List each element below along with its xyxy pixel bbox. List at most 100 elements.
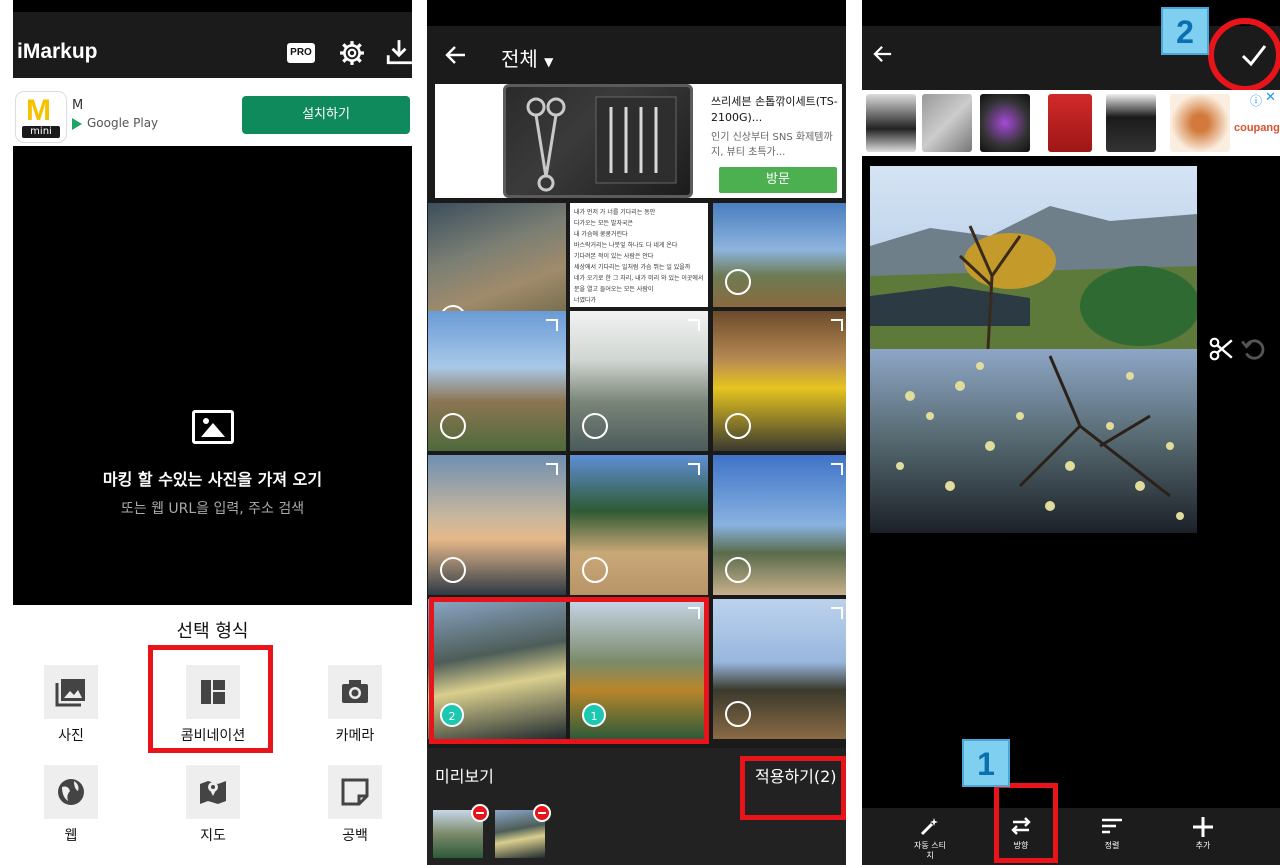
expand-icon[interactable] [831,607,843,619]
status-bar [427,0,846,26]
select-circle[interactable] [582,413,608,439]
ad-product-name: 쓰리세븐 손톱깎이세트(TS-2100G)... [711,95,838,124]
google-play-label: Google Play [72,116,158,130]
tool-sort[interactable]: 정렬 [1082,815,1142,851]
photo-library-icon [44,665,98,719]
expand-icon[interactable] [688,319,700,331]
select-circle[interactable] [440,557,466,583]
expand-icon[interactable] [546,463,558,475]
pro-button[interactable]: PRO [287,43,315,63]
highlight-apply [740,756,846,820]
text-line: 너였다가 [574,297,597,304]
option-blank[interactable]: 공백 [310,765,400,845]
ad-product [922,94,972,152]
gallery-thumb[interactable] [713,599,846,739]
status-bar [862,0,1280,26]
text-line: 내 가슴에 쿵쿵거린다 [574,231,628,238]
install-button[interactable]: 설치하기 [242,96,410,134]
highlight-confirm [1208,18,1280,92]
ad-product-desc: 인기 신상부터 SNS 화제템까지, 뷰티 초특가... [711,132,833,158]
text-line: 기다려본 적이 있는 사람은 안다 [574,253,654,260]
scissors-icon[interactable] [1208,336,1234,362]
text-line: 문을 열고 들어오는 모든 사람이 [574,286,654,293]
album-dropdown[interactable]: 전체 ▼ [501,43,553,72]
globe-icon [44,765,98,819]
select-circle[interactable] [582,557,608,583]
visit-button[interactable]: 방문 [719,167,837,193]
gallery-thumb[interactable] [570,455,708,595]
download-icon[interactable] [386,38,412,66]
expand-icon[interactable] [688,463,700,475]
select-circle[interactable] [725,557,751,583]
camera-icon [328,665,382,719]
highlight-combination [148,645,273,753]
imarkup-home-screen: iMarkup PRO M mini M Google Play 설치하기 마킹… [0,0,412,865]
empty-title: 마킹 할 수있는 사진을 가져 오기 [102,470,323,489]
ad-product [1048,94,1092,152]
gallery-thumb[interactable] [713,311,846,451]
plus-icon [1173,815,1233,841]
gear-icon[interactable] [339,40,365,66]
text-line: 내가 먼저 가 너를 기다리는 동안 [574,209,656,216]
ad-info-icon[interactable]: ⓘ [1250,92,1262,109]
ad-product [866,94,916,152]
ad-product [980,94,1030,152]
select-circle[interactable] [725,269,751,295]
ad-app-logo: M mini [16,92,66,142]
status-bar [13,0,412,12]
image-icon [192,410,234,444]
panel-divider [846,0,862,865]
gallery-thumb[interactable] [428,455,566,595]
text-line: 네가 오기로 한 그 자리, 내가 미리 와 있는 이곳에서 [574,275,704,282]
gallery-thumb[interactable] [428,311,566,451]
blank-note-icon [328,765,382,819]
gallery-thumb[interactable] [570,311,708,451]
tool-add[interactable]: 추가 [1173,815,1233,851]
ad-product [1106,94,1156,152]
combination-editor-screen: ⓘ ✕ coupang 자동 스티치 방향 정렬 추가 [862,0,1280,865]
highlight-selected-photos [429,597,709,744]
map-icon [186,765,240,819]
tool-label: 자동 스티치 [914,841,946,860]
select-circle[interactable] [725,413,751,439]
empty-canvas[interactable] [13,146,412,605]
remove-icon[interactable] [471,804,489,822]
ad-product-image [503,84,693,198]
expand-icon[interactable] [831,319,843,331]
ad-close-icon[interactable]: ✕ [1265,90,1276,105]
empty-subtitle: 또는 웹 URL을 입력, 주소 검색 [120,501,305,517]
gallery-thumb[interactable] [713,203,846,307]
tool-label: 정렬 [1104,841,1120,850]
preview-thumb[interactable] [433,804,489,858]
gallery-thumb[interactable] [713,455,846,595]
gallery-thumb-text[interactable]: 내가 먼저 가 너를 기다리는 동안 다가오는 모든 발자국은 내 가슴에 쿵쿵… [570,203,708,307]
option-web[interactable]: 웹 [26,765,116,845]
undo-icon[interactable] [1240,336,1266,362]
magic-wand-icon [900,815,960,841]
preview-label: 미리보기 [435,767,494,786]
text-line: 바스락거리는 나뭇잎 하나도 다 네게 온다 [574,242,678,249]
combined-image[interactable] [870,166,1200,533]
option-map[interactable]: 지도 [168,765,258,845]
gallery-picker-screen: 전체 ▼ 쓰리세븐 손톱깎이세트(TS-2100G)... 인기 신상부터 SN… [427,0,846,865]
expand-icon[interactable] [546,319,558,331]
step-badge-1: 1 [962,739,1010,787]
select-type-heading: 선택 형식 [176,621,249,642]
option-camera[interactable]: 카메라 [310,665,400,745]
select-circle[interactable] [725,701,751,727]
app-title: iMarkup [17,40,98,63]
remove-icon[interactable] [533,804,551,822]
highlight-direction [994,783,1058,863]
tool-label: 추가 [1195,841,1211,850]
panel-divider [412,0,427,865]
back-arrow-icon[interactable] [445,45,467,65]
google-play-icon [72,117,82,130]
preview-thumb[interactable] [495,804,551,858]
back-arrow-icon[interactable] [873,45,893,63]
ad-app-name: M [72,98,84,113]
expand-icon[interactable] [831,463,843,475]
select-circle[interactable] [440,413,466,439]
option-photo[interactable]: 사진 [26,665,116,745]
tool-auto-stitch[interactable]: 자동 스티치 [900,815,960,861]
text-line: 다가오는 모든 발자국은 [574,220,634,227]
